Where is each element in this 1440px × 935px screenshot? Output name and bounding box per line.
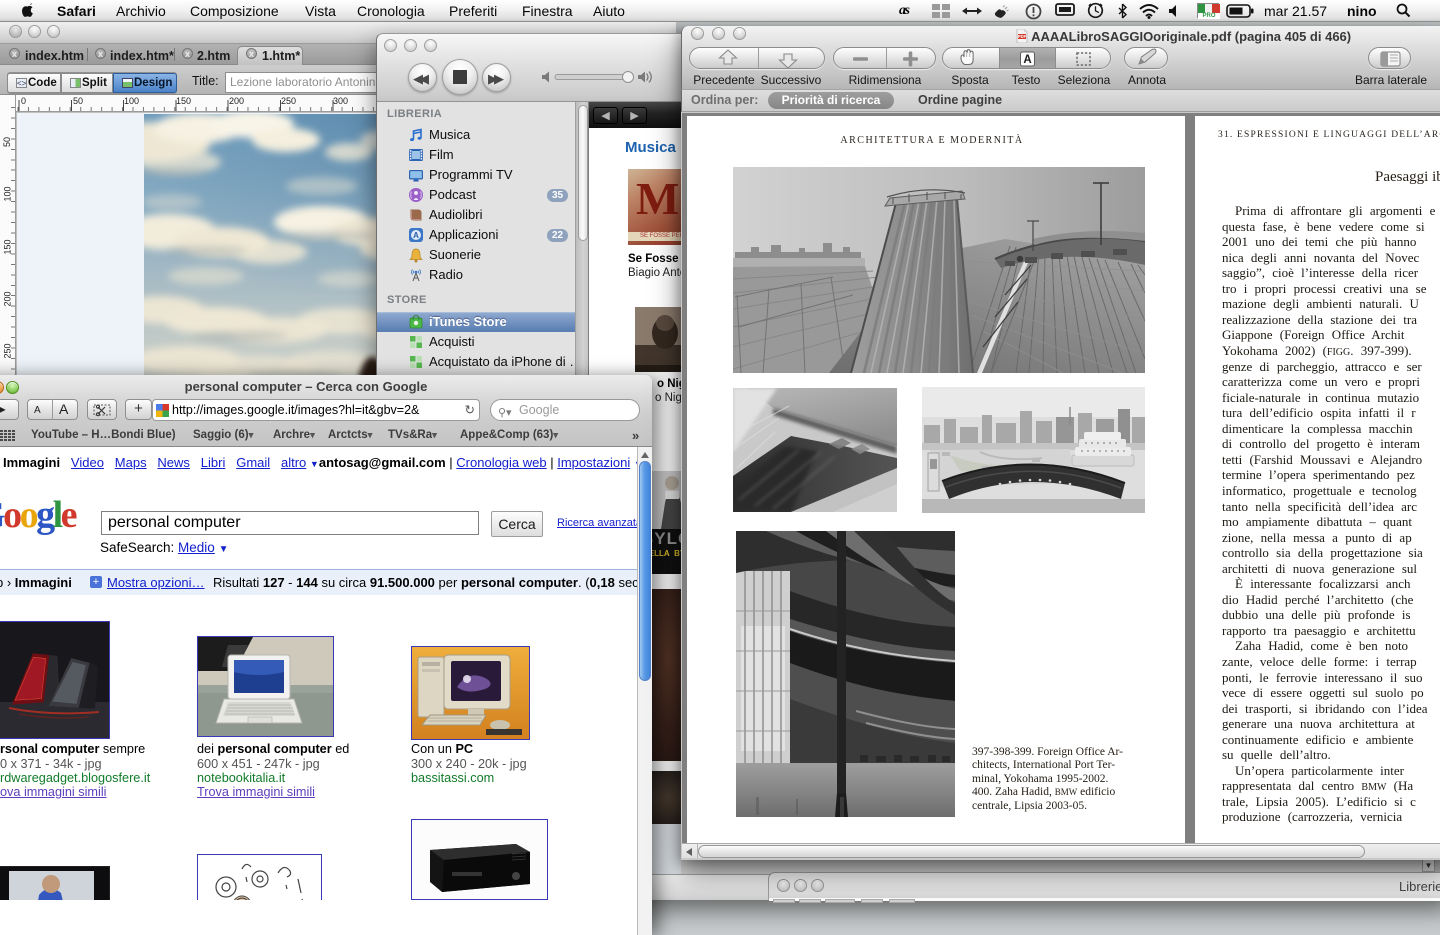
svg-text:A: A (413, 231, 419, 240)
svg-text:PDF: PDF (1018, 34, 1027, 39)
svg-text:A: A (1023, 54, 1031, 66)
